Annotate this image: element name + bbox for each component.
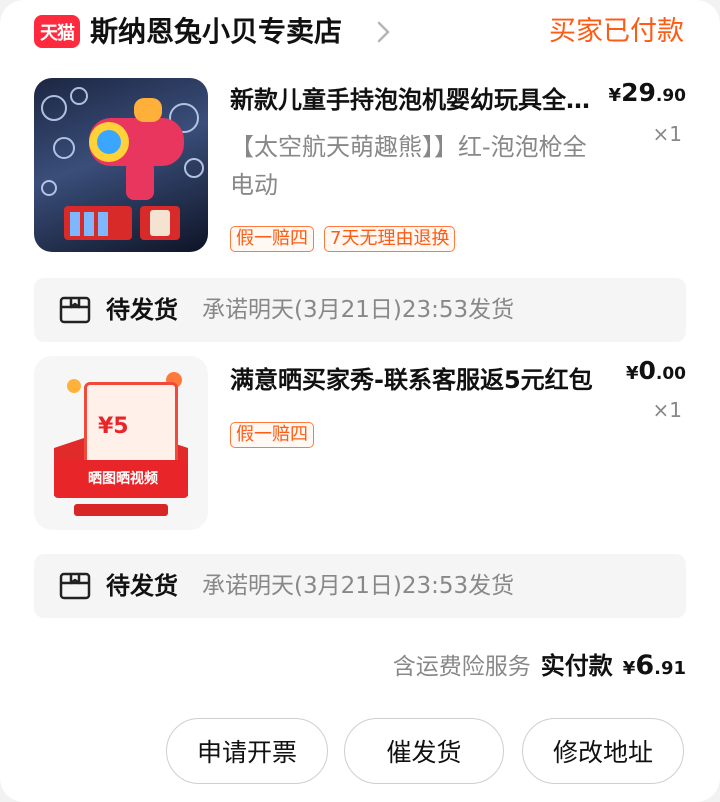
package-icon (59, 296, 91, 324)
product-sku: 【太空航天萌趣熊】】红-泡泡枪全电动 (230, 133, 587, 199)
promo-caption: 晒图晒视频 (88, 471, 158, 487)
tmall-logo: 天猫 (34, 15, 80, 48)
product-quantity: ×1 (652, 398, 682, 422)
chevron-right-icon[interactable] (372, 18, 396, 46)
shipping-row: 待发货 承诺明天(3月21日)23:53发货 (34, 554, 686, 618)
shipping-promise: 承诺明天(3月21日)23:53发货 (202, 573, 515, 599)
product-tags: 假一赔四 7天无理由退换 (230, 226, 456, 252)
change-address-button[interactable]: 修改地址 (522, 718, 684, 784)
paid-amount: ¥6.91 (622, 650, 686, 681)
shipping-status: 待发货 (106, 572, 178, 600)
product-image-promo[interactable]: ¥5 晒图晒视频 (34, 356, 208, 530)
order-card: 天猫 斯纳恩兔小贝专卖店 买家已付款 新款儿童手持泡泡机婴幼玩具全自动吹泡泡 【… (0, 0, 720, 802)
payment-summary: 含运费险服务 实付款 ¥6.91 (393, 646, 686, 681)
store-name[interactable]: 斯纳恩兔小贝专卖店 (90, 12, 342, 52)
shipping-promise: 承诺明天(3月21日)23:53发货 (202, 297, 515, 323)
urge-shipping-button[interactable]: 催发货 (344, 718, 504, 784)
order-status: 买家已付款 (549, 16, 684, 47)
tag-fake-compensation[interactable]: 假一赔四 (230, 422, 314, 448)
product-quantity: ×1 (652, 122, 682, 146)
shipping-insurance-note: 含运费险服务 (392, 654, 531, 680)
shipping-row: 待发货 承诺明天(3月21日)23:53发货 (34, 278, 686, 342)
bubble-gun-illustration (41, 87, 204, 240)
product-image-bubble-gun[interactable] (34, 78, 208, 252)
product-title[interactable]: 新款儿童手持泡泡机婴幼玩具全自动吹泡泡 (230, 82, 610, 118)
product-title[interactable]: 满意晒买家秀-联系客服返5元红包 (230, 362, 610, 398)
product-price: ¥0.00 (625, 356, 686, 385)
promo-amount: ¥5 (98, 414, 129, 439)
shipping-status: 待发货 (106, 296, 178, 324)
tag-7day-return[interactable]: 7天无理由退换 (324, 226, 456, 252)
tag-fake-compensation[interactable]: 假一赔四 (230, 226, 314, 252)
product-tags: 假一赔四 (230, 422, 314, 448)
apply-invoice-button[interactable]: 申请开票 (166, 718, 328, 784)
product-price: ¥29.90 (608, 78, 686, 107)
package-icon (59, 572, 91, 600)
paid-amount-label: 实付款 (540, 652, 613, 680)
